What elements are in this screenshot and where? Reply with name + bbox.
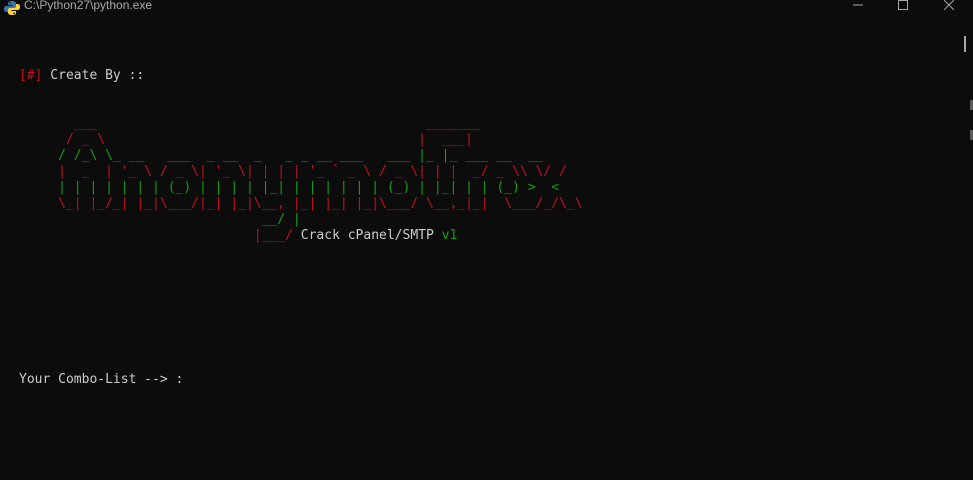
ascii-art-segment: v1 (441, 228, 458, 243)
create-by-line: [#] Create By :: (19, 68, 949, 84)
ascii-art-banner: ___ _______ / _ \ | ___| / /_\ \_ __ ___… (19, 116, 949, 244)
ascii-art-segment: |___/ (19, 228, 293, 243)
minimize-icon (853, 4, 863, 6)
title-bar[interactable]: C:\Python27\python.exe (0, 0, 973, 20)
ascii-art-segment: / /_\ \_ __ ___ _ __ _ _ _ __ ___ ___ |_… (19, 148, 544, 163)
ascii-art-row: |___/ Crack cPanel/SMTP v1 (19, 228, 949, 244)
ascii-art-row: \_| |_/_| |_|\___/|_| |_|\__, |_| |_| |_… (19, 196, 949, 212)
ascii-art-segment: | _ | '_ \ / _ \| '_ \| | | | '_ ` _ \ /… (19, 164, 567, 179)
create-by-prefix: [#] (19, 68, 43, 83)
maximize-button[interactable] (880, 0, 926, 20)
ascii-art-segment: __/ | (19, 212, 301, 227)
ascii-art-segment: | | | | | | | (_) | | | | |_| | | | | | … (19, 180, 560, 195)
ascii-art-row: | _ | '_ \ / _ \| '_ \| | | | '_ ` _ \ /… (19, 164, 949, 180)
close-icon (944, 0, 954, 10)
ascii-art-row: / /_\ \_ __ ___ _ __ _ _ _ __ ___ ___ |_… (19, 148, 949, 164)
scrollbar[interactable] (964, 36, 967, 480)
scrollbar-thumb[interactable] (964, 36, 966, 52)
ascii-art-row: ___ _______ (19, 116, 949, 132)
python-icon (4, 0, 20, 15)
ascii-art-segment: \_| |_/_| |_|\___/|_| |_|\__, |_| |_| |_… (19, 196, 583, 211)
ascii-art-row: __/ | (19, 212, 949, 228)
ascii-art-segment: / _ \ | ___| (19, 132, 473, 147)
ascii-art-row: | | | | | | | (_) | | | | |_| | | | | | … (19, 180, 949, 196)
window-title: C:\Python27\python.exe (24, 0, 153, 12)
maximize-icon (898, 0, 908, 10)
minimize-button[interactable] (835, 0, 881, 20)
close-button[interactable] (926, 0, 972, 20)
ascii-art-segment: Crack cPanel/SMTP (292, 228, 442, 243)
console-output[interactable]: [#] Create By :: ___ _______ / _ \ | ___… (19, 36, 949, 476)
combo-list-prompt[interactable]: Your Combo-List --> : (19, 372, 949, 388)
create-by-text: Create By :: (42, 68, 145, 83)
ascii-art-segment: ___ _______ (19, 116, 481, 131)
ascii-art-row: / _ \ | ___| (19, 132, 949, 148)
